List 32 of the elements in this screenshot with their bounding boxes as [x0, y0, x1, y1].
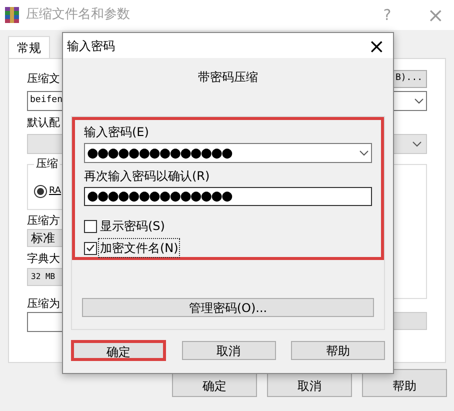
- dialog-button[interactable]: 取消: [182, 341, 276, 360]
- chevron-down-icon: [414, 98, 424, 104]
- field-label: 再次输入密码以确认(R): [84, 168, 211, 185]
- field-label: 压缩方: [27, 212, 60, 228]
- manage-passwords-button[interactable]: 管理密码(O)...: [82, 298, 374, 317]
- checkbox-label: 加密文件名(N): [99, 239, 180, 257]
- field-label: 默认配: [27, 115, 60, 131]
- dialog-title: 输入密码: [67, 38, 115, 54]
- field-label: 输入密码(E): [84, 124, 150, 141]
- dialog-button[interactable]: 确定: [71, 340, 166, 361]
- stacked-books-icon: [4, 6, 20, 24]
- close-button[interactable]: ×: [368, 36, 385, 56]
- browse-button[interactable]: B)...: [391, 70, 427, 88]
- checkbox[interactable]: [84, 220, 97, 232]
- radio-label: RA: [49, 184, 62, 198]
- password-field[interactable]: ●●●●●●●●●●●●●●: [84, 143, 372, 163]
- split-dropdown-button[interactable]: [391, 312, 427, 330]
- window-title: 压缩文件名和参数: [26, 6, 130, 24]
- tab[interactable]: 常规: [8, 36, 50, 58]
- checkbox-label: 显示密码(S): [99, 218, 166, 235]
- chevron-down-icon: [359, 150, 369, 156]
- check-icon: [86, 244, 95, 252]
- field-label: 字典大: [27, 251, 60, 267]
- chevron-down-icon: [412, 140, 422, 146]
- dialog-button[interactable]: 帮助: [362, 369, 447, 397]
- confirm-password-field[interactable]: ●●●●●●●●●●●●●●: [84, 187, 372, 206]
- checkbox[interactable]: [84, 242, 97, 254]
- field-label: 压缩为: [27, 296, 60, 312]
- dialog-heading: 带密码压缩: [198, 69, 258, 86]
- radio-button[interactable]: [34, 184, 47, 198]
- dialog-button[interactable]: 帮助: [291, 341, 385, 360]
- field-label: 压缩文: [27, 70, 60, 87]
